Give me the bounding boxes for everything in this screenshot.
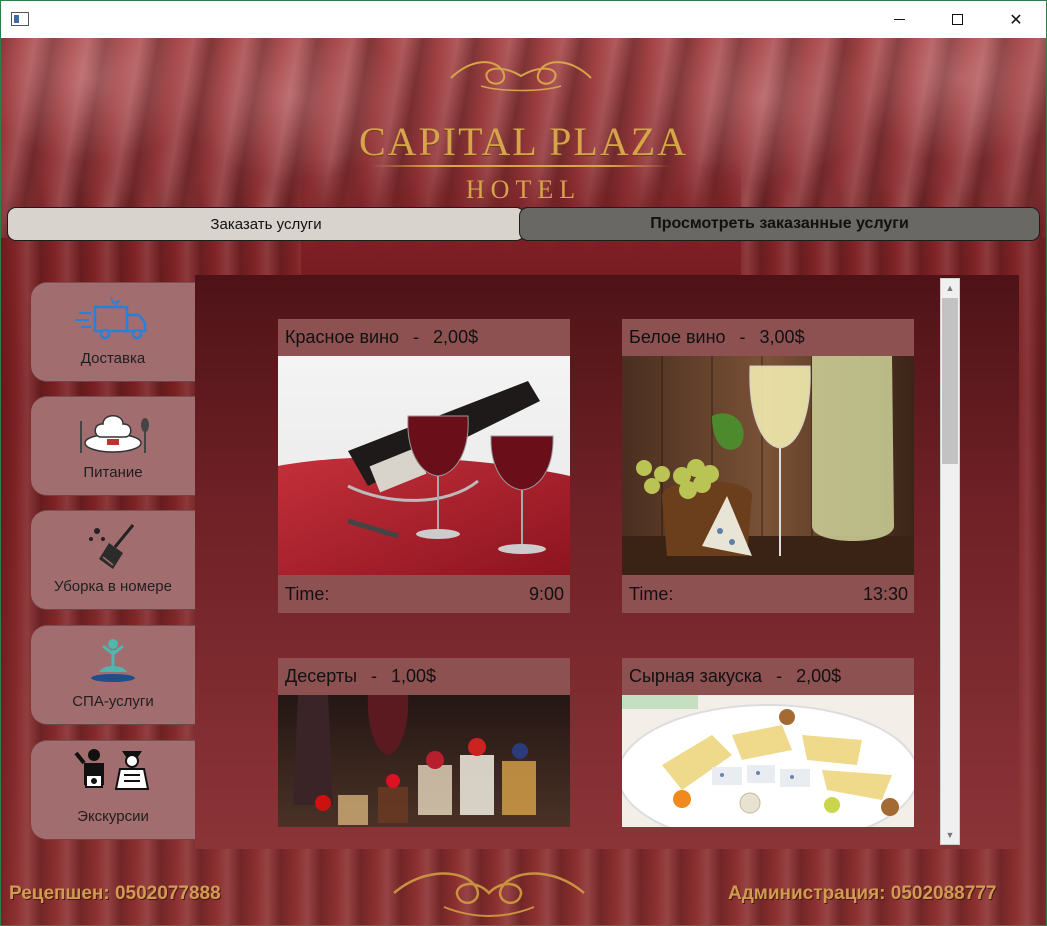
- logo-flourish-icon: [450, 61, 592, 92]
- menu-item-delivery[interactable]: Доставка: [31, 282, 195, 382]
- order-name: Белое вино: [629, 327, 726, 347]
- menu-item-food[interactable]: Питание: [31, 396, 195, 496]
- order-name: Десерты: [285, 666, 358, 686]
- menu-item-label: Питание: [83, 464, 143, 481]
- order-card[interactable]: Сырная закуска - 2,00$: [622, 658, 914, 827]
- menu-item-label: Уборка в номере: [54, 578, 172, 595]
- order-price: 3,00$: [759, 327, 805, 347]
- order-name: Сырная закуска: [629, 666, 763, 686]
- order-separator: -: [413, 327, 420, 347]
- maximize-button[interactable]: [928, 1, 986, 38]
- minimize-icon: [893, 19, 905, 20]
- minimize-button[interactable]: [870, 1, 928, 38]
- menu-item-excursions[interactable]: Экскурсии: [31, 740, 195, 840]
- footer-flourish-icon: [393, 872, 585, 917]
- administration-phone: Администрация: 0502088777: [728, 883, 997, 904]
- order-price: 2,00$: [433, 327, 479, 347]
- chef-hat-icon: [80, 415, 149, 453]
- spa-icon: [91, 639, 135, 682]
- close-button[interactable]: ✕: [987, 1, 1045, 38]
- order-card-header: Белое вино - 3,00$: [622, 319, 914, 356]
- order-price: 1,00$: [391, 666, 437, 686]
- order-card[interactable]: Десерты - 1,00$: [278, 658, 570, 827]
- red-wine-image: [278, 356, 570, 575]
- vertical-scrollbar[interactable]: ▲ ▼: [940, 278, 960, 845]
- main-content: CAPITAL PLAZA HOTEL Заказать услуги Прос…: [1, 38, 1046, 925]
- order-time: 9:00: [528, 583, 564, 604]
- scroll-down-arrow-icon[interactable]: ▼: [941, 826, 959, 844]
- view-ordered-services-tab[interactable]: Просмотреть заказанные услуги: [519, 207, 1040, 241]
- logo-title: CAPITAL PLAZA: [358, 119, 689, 164]
- logo-divider: [371, 165, 671, 167]
- order-card[interactable]: Белое вино - 3,00$ Time: 13:30: [622, 319, 914, 613]
- menu-item-room-cleaning[interactable]: Уборка в номере: [31, 510, 195, 610]
- order-time-label: Time:: [285, 583, 330, 604]
- app-icon: [11, 12, 29, 26]
- delivery-truck-icon: [75, 296, 147, 340]
- order-separator: -: [739, 327, 746, 347]
- order-name: Красное вино: [285, 327, 400, 347]
- order-card-header: Сырная закуска - 2,00$: [622, 658, 914, 695]
- order-separator: -: [371, 666, 378, 686]
- app-window: ✕ CAPITAL PLAZA HOTEL Заказать услуги Пр…: [0, 0, 1047, 926]
- order-separator: -: [776, 666, 783, 686]
- order-card[interactable]: Красное вино - 2,00$ Time: 9:00: [278, 319, 570, 613]
- logo-subtitle: HOTEL: [465, 175, 582, 204]
- white-wine-image: [622, 356, 914, 575]
- close-icon: ✕: [1009, 10, 1023, 29]
- menu-item-label: Доставка: [80, 350, 146, 367]
- title-bar: ✕: [1, 1, 1046, 38]
- order-time: 13:30: [862, 583, 908, 604]
- menu-item-spa[interactable]: СПА-услуги: [31, 625, 195, 725]
- scroll-thumb[interactable]: [942, 298, 958, 464]
- desserts-image: [278, 695, 570, 827]
- broom-icon: [89, 524, 135, 569]
- menu-item-label: Экскурсии: [77, 808, 149, 825]
- order-price: 2,00$: [796, 666, 842, 686]
- order-card-footer: Time: 9:00: [278, 575, 570, 613]
- menu-item-label: СПА-услуги: [72, 693, 154, 710]
- order-card-header: Красное вино - 2,00$: [278, 319, 570, 356]
- scroll-up-arrow-icon[interactable]: ▲: [941, 279, 959, 297]
- order-time-label: Time:: [629, 583, 674, 604]
- cheese-plate-image: [622, 695, 914, 827]
- reception-phone: Рецепшен: 0502077888: [9, 883, 221, 904]
- order-card-header: Десерты - 1,00$: [278, 658, 570, 695]
- tourist-icon: [74, 749, 150, 790]
- hotel-logo: CAPITAL PLAZA HOTEL: [341, 58, 706, 204]
- order-card-footer: Time: 13:30: [622, 575, 914, 613]
- maximize-icon: [951, 14, 963, 25]
- order-services-tab[interactable]: Заказать услуги: [7, 207, 525, 241]
